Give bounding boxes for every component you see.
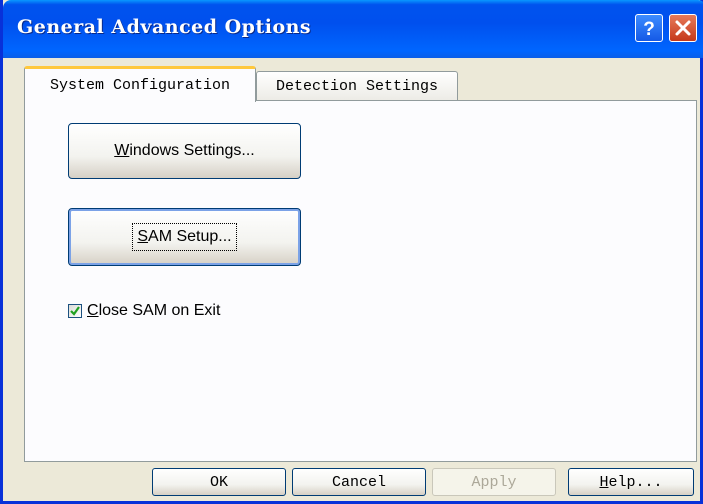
close-x-icon[interactable] [669, 14, 697, 42]
close-sam-label: Close SAM on Exit [87, 302, 220, 320]
sam-setup-label: SAM Setup... [132, 223, 237, 251]
checkmark-icon [70, 306, 80, 316]
help-accel: H [599, 473, 609, 491]
help-text: elp... [608, 473, 663, 491]
sam-setup-button[interactable]: SAM Setup... [68, 208, 301, 266]
sam-setup-accel: S [137, 228, 149, 245]
ok-button[interactable]: OK [152, 468, 286, 496]
windows-settings-accel: W [114, 142, 130, 159]
svg-text:?: ? [643, 19, 655, 38]
close-sam-text: lose SAM on Exit [98, 302, 221, 319]
tab-detection-settings[interactable]: Detection Settings [256, 71, 458, 101]
help-question-icon[interactable]: ? [635, 14, 663, 42]
close-sam-on-exit-option[interactable]: Close SAM on Exit [68, 302, 220, 320]
cancel-label: Cancel [331, 473, 386, 491]
windows-settings-label: Windows Settings... [114, 142, 255, 160]
apply-label: Apply [471, 473, 517, 491]
ok-label: OK [209, 473, 228, 491]
close-sam-checkbox[interactable] [68, 304, 82, 318]
help-button[interactable]: Help... [568, 468, 694, 496]
windows-settings-button[interactable]: Windows Settings... [68, 123, 301, 179]
cancel-button[interactable]: Cancel [292, 468, 426, 496]
title-bar[interactable]: General Advanced Options ? [3, 0, 703, 58]
close-sam-accel: C [87, 302, 99, 319]
tab-detection-settings-label: Detection Settings [275, 78, 439, 95]
apply-button[interactable]: Apply [432, 468, 556, 496]
window-title: General Advanced Options [17, 16, 312, 38]
tab-system-configuration[interactable]: System Configuration [24, 66, 256, 102]
windows-settings-text: indows Settings... [129, 142, 255, 159]
tab-system-configuration-label: System Configuration [49, 77, 231, 94]
help-label: Help... [599, 474, 662, 491]
sam-setup-text: AM Setup... [148, 228, 232, 245]
